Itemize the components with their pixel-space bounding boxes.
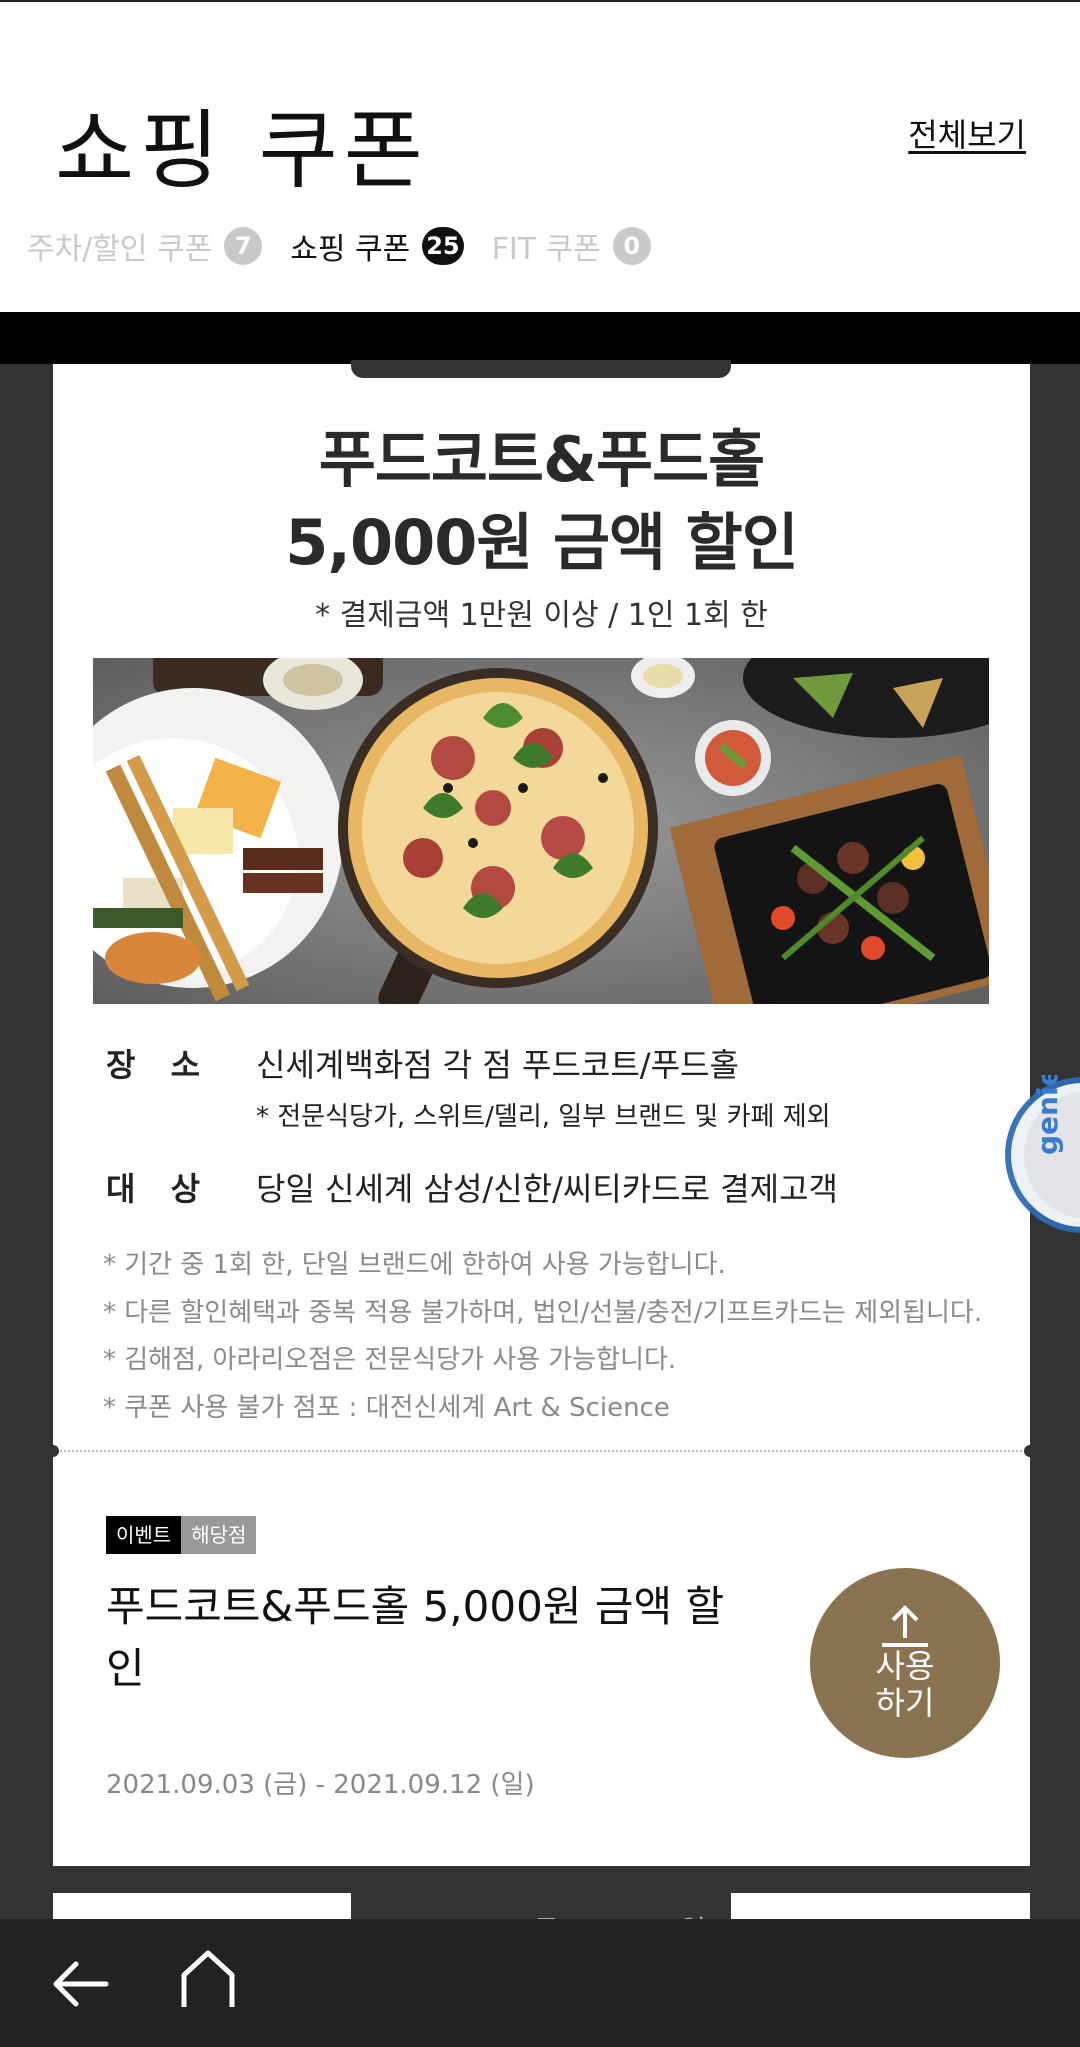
coupon-note: * 김해점, 아라리오점은 전문식당가 사용 가능합니다.: [103, 1345, 677, 1375]
place-exclusion-note: * 전문식당가, 스위트/델리, 일부 브랜드 및 카페 제외: [256, 1102, 831, 1132]
genie-label: genie: [1031, 1075, 1064, 1155]
page-title: 쇼핑 쿠폰: [55, 101, 429, 201]
target-label: 대 상: [106, 1170, 213, 1208]
tab-count-badge: 0: [612, 227, 651, 265]
tab-label: 쇼핑 쿠폰: [290, 232, 411, 267]
tab-count-badge: 25: [422, 227, 464, 265]
use-coupon-button[interactable]: 사용 하기: [810, 1568, 1000, 1758]
coupon-headline: 푸드코트&푸드홀: [318, 423, 765, 496]
target-row: 대 상 당일 신세계 삼성/신한/씨티카드로 결제고객: [106, 1164, 838, 1210]
tab-label: FIT 쿠폰: [491, 232, 601, 267]
tab-fit-coupon[interactable]: FIT 쿠폰 0: [492, 224, 651, 268]
home-icon[interactable]: [180, 1949, 236, 2011]
view-all-link[interactable]: 전체보기: [908, 110, 1026, 156]
coupon-badges: 이벤트 해당점: [106, 1516, 257, 1554]
tab-count-badge: 7: [224, 227, 263, 265]
use-coupon-label: 사용 하기: [875, 1647, 935, 1722]
coupon-note: * 기간 중 1회 한, 단일 브랜드에 한하여 사용 가능합니다.: [103, 1250, 726, 1280]
ticket-notch: [351, 360, 731, 378]
food-photo: [93, 658, 989, 1004]
arrow-up-icon: [882, 1605, 928, 1647]
coupon-discount-amount: 5,000원 금액 할인: [285, 506, 798, 579]
coupon-details: 이벤트 해당점 푸드코트&푸드홀 5,000원 금액 할인 2021.09.03…: [53, 1452, 1030, 1866]
coupon-ticket: 푸드코트&푸드홀 5,000원 금액 할인 * 결제금액 1만원 이상 / 1인…: [47, 360, 1036, 1866]
genie-floating-button[interactable]: genie: [993, 1067, 1080, 1235]
tab-parking-discount-coupon[interactable]: 주차/할인 쿠폰 7: [27, 224, 263, 268]
coupon-condition-note: * 결제금액 1만원 이상 / 1인 1회 한: [315, 598, 768, 633]
branch-badge: 해당점: [181, 1516, 257, 1554]
target-value: 당일 신세계 삼성/신한/씨티카드로 결제고객: [256, 1170, 838, 1208]
place-label: 장 소: [106, 1046, 213, 1084]
coupon-note: * 다른 할인혜택과 중복 적용 불가하며, 법인/선불/충전/기프트카드는 제…: [103, 1297, 983, 1328]
header: 쇼핑 쿠폰 전체보기 주차/할인 쿠폰 7 쇼핑 쿠폰 25 FIT 쿠폰 0: [0, 0, 1080, 312]
tab-shopping-coupon[interactable]: 쇼핑 쿠폰 25: [290, 224, 464, 268]
arrow-left-icon[interactable]: [50, 1959, 110, 2009]
coupon-tabs: 주차/할인 쿠폰 7 쇼핑 쿠폰 25 FIT 쿠폰 0: [27, 224, 679, 268]
tab-label: 주차/할인 쿠폰: [27, 232, 213, 267]
place-row: 장 소 신세계백화점 각 점 푸드코트/푸드홀: [106, 1040, 739, 1086]
coupon-title: 푸드코트&푸드홀 5,000원 금액 할인: [106, 1582, 725, 1693]
coupon-note: * 쿠폰 사용 불가 점포 : 대전신세계 Art & Science: [103, 1392, 670, 1423]
coupon-image-area: 푸드코트&푸드홀 5,000원 금액 할인 * 결제금액 1만원 이상 / 1인…: [53, 360, 1030, 1450]
place-value: 신세계백화점 각 점 푸드코트/푸드홀: [256, 1046, 739, 1084]
event-badge: 이벤트: [106, 1516, 182, 1554]
coupon-notes: * 기간 중 1회 한, 단일 브랜드에 한하여 사용 가능합니다. * 다른 …: [103, 1242, 982, 1432]
coupon-validity-date: 2021.09.03 (금) - 2021.09.12 (일): [106, 1770, 535, 1800]
header-divider-bar: [0, 312, 1080, 364]
bottom-navigation-bar: [0, 1919, 1080, 2047]
